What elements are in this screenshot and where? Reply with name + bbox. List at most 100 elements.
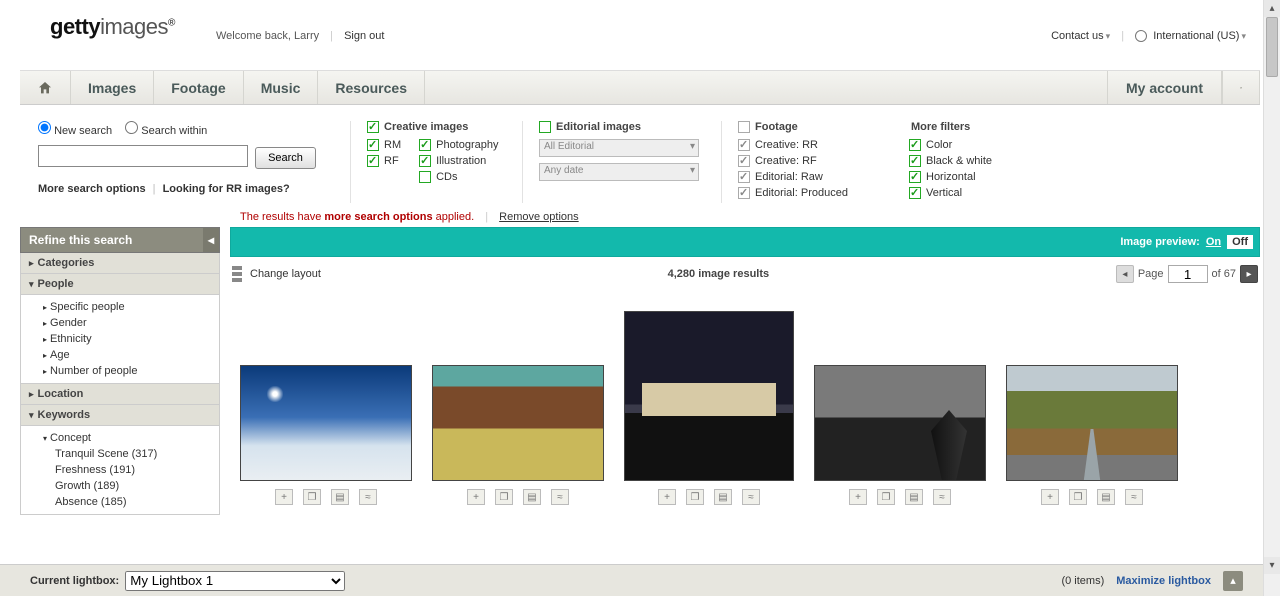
calc-icon[interactable]: ▤ [714,489,732,505]
signout-link[interactable]: Sign out [344,30,384,42]
add-cart-icon[interactable]: + [849,489,867,505]
facet-location[interactable]: ▸Location [20,384,220,405]
similar-icon[interactable]: ≈ [933,489,951,505]
rr-images-link[interactable]: Looking for RR images? [163,183,290,195]
collapse-icon[interactable]: ◂ [203,228,219,252]
thumbnail[interactable] [240,365,412,481]
check-editorial-hd[interactable] [539,121,551,133]
header-right: Contact us▾ | International (US)▾ [1051,30,1246,42]
people-item[interactable]: ▸Age [21,347,219,363]
check-rf[interactable]: RF [367,155,401,167]
page-next[interactable]: ▸ [1240,265,1258,283]
check-creative-hd[interactable] [367,121,379,133]
search-input[interactable] [38,145,248,167]
search-button[interactable]: Search [255,147,316,169]
check-vert[interactable]: Vertical [909,187,1043,199]
check-raw[interactable]: Editorial: Raw [738,171,871,183]
nav-cart[interactable] [1222,71,1260,104]
calc-icon[interactable]: ▤ [1097,489,1115,505]
add-cart-icon[interactable]: + [275,489,293,505]
nav-music[interactable]: Music [244,71,319,104]
logo-reg: ® [168,18,175,29]
nav-resources[interactable]: Resources [318,71,425,104]
thumbnail[interactable] [432,365,604,481]
expand-up-icon[interactable]: ▴ [1223,571,1243,591]
layout-icon[interactable] [232,266,242,282]
page-input[interactable] [1168,265,1208,283]
result-card: + ❐ ▤ ≈ [432,365,604,505]
preview-bar: Image preview: On Off [230,227,1260,257]
welcome-text: Welcome back, Larry | Sign out [216,30,384,42]
nav-my-account[interactable]: My account [1107,71,1222,104]
calc-icon[interactable]: ▤ [523,489,541,505]
preview-on[interactable]: On [1206,236,1221,248]
concept-sub[interactable]: Growth (189) [21,478,219,494]
people-item[interactable]: ▸Number of people [21,363,219,379]
window-scrollbar[interactable]: ▴ ▾ [1263,0,1280,596]
calc-icon[interactable]: ▤ [905,489,923,505]
people-item[interactable]: ▸Ethnicity [21,331,219,347]
contact-link[interactable]: Contact us▾ [1051,30,1110,42]
facet-people[interactable]: ▾People [20,274,220,295]
check-photo[interactable]: Photography [419,139,498,151]
add-cart-icon[interactable]: + [1041,489,1059,505]
check-illus[interactable]: Illustration [419,155,498,167]
nav-home[interactable] [20,71,71,104]
concept-item[interactable]: ▾Concept [21,430,219,446]
copy-icon[interactable]: ❐ [686,489,704,505]
check-crf[interactable]: Creative: RF [738,155,871,167]
similar-icon[interactable]: ≈ [359,489,377,505]
page-label: Page [1138,268,1164,280]
scroll-down-icon[interactable]: ▾ [1264,557,1280,574]
change-layout-link[interactable]: Change layout [250,268,321,280]
people-item[interactable]: ▸Specific people [21,299,219,315]
check-crr[interactable]: Creative: RR [738,139,871,151]
facet-categories[interactable]: ▸Categories [20,253,220,274]
facet-keywords[interactable]: ▾Keywords [20,405,220,426]
intl-link[interactable]: International (US)▾ [1153,30,1246,42]
copy-icon[interactable]: ❐ [877,489,895,505]
check-prod[interactable]: Editorial: Produced [738,187,871,199]
radio-new-search[interactable]: New search [38,125,112,137]
results-content: Image preview: On Off Change layout 4,28… [230,227,1260,515]
check-cds[interactable]: CDs [419,171,498,183]
radio-search-within[interactable]: Search within [125,125,207,137]
scroll-up-icon[interactable]: ▴ [1264,0,1280,17]
check-footage-hd[interactable] [738,121,750,133]
people-item[interactable]: ▸Gender [21,315,219,331]
check-rm[interactable]: RM [367,139,401,151]
lightbox-select[interactable]: My Lightbox 1 [125,571,345,591]
concept-sub[interactable]: Freshness (191) [21,462,219,478]
copy-icon[interactable]: ❐ [495,489,513,505]
result-card: + ❐ ▤ ≈ [814,365,986,505]
page-prev[interactable]: ◂ [1116,265,1134,283]
more-options-line: The results have more search options app… [240,211,1260,223]
similar-icon[interactable]: ≈ [551,489,569,505]
calc-icon[interactable]: ▤ [331,489,349,505]
copy-icon[interactable]: ❐ [1069,489,1087,505]
select-editorial-date[interactable]: Any date [539,163,699,181]
add-cart-icon[interactable]: + [467,489,485,505]
more-search-options-link[interactable]: More search options [38,183,146,195]
maximize-lightbox[interactable]: Maximize lightbox [1116,575,1211,587]
similar-icon[interactable]: ≈ [742,489,760,505]
remove-options-link[interactable]: Remove options [499,211,579,223]
scroll-thumb[interactable] [1266,17,1278,77]
nav-footage[interactable]: Footage [154,71,243,104]
thumbnail[interactable] [624,311,794,481]
concept-sub[interactable]: Tranquil Scene (317) [21,446,219,462]
similar-icon[interactable]: ≈ [1125,489,1143,505]
thumbnail[interactable] [814,365,986,481]
check-horiz[interactable]: Horizontal [909,171,1043,183]
thumbnail[interactable] [1006,365,1178,481]
preview-off[interactable]: Off [1227,235,1253,249]
concept-sub[interactable]: Absence (185) [21,494,219,510]
add-cart-icon[interactable]: + [658,489,676,505]
pager: ◂ Page of 67 ▸ [1116,265,1258,283]
page-header: gettyimages® Welcome back, Larry | Sign … [0,0,1280,60]
nav-images[interactable]: Images [71,71,154,104]
check-bw[interactable]: Black & white [909,155,1043,167]
check-color[interactable]: Color [909,139,1043,151]
select-editorial-type[interactable]: All Editorial [539,139,699,157]
copy-icon[interactable]: ❐ [303,489,321,505]
